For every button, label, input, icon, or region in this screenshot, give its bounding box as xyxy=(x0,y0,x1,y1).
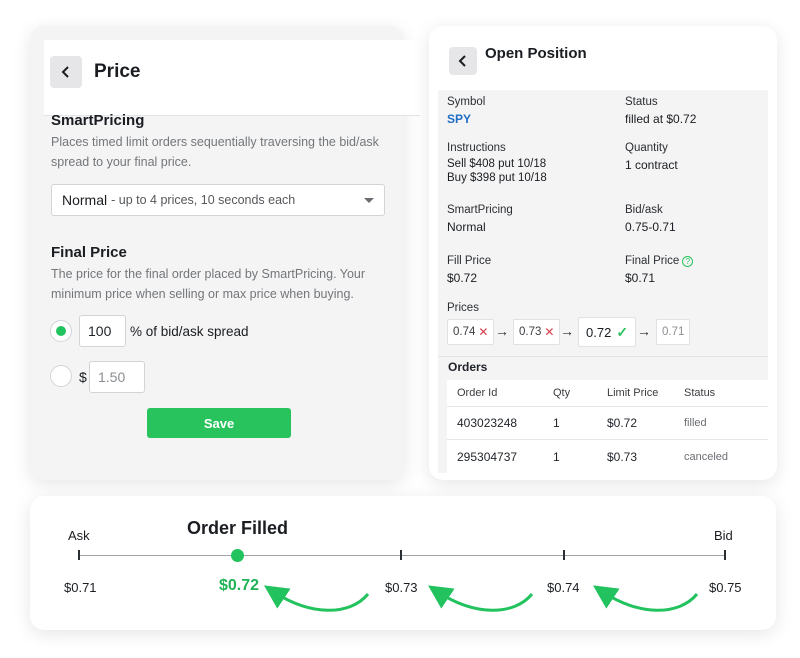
arrow-right-icon: → xyxy=(495,323,509,339)
final-price-value: $0.71 xyxy=(625,271,656,285)
orders-title: Orders xyxy=(448,360,488,374)
dollar-sign: $ xyxy=(79,369,87,385)
chevron-left-icon xyxy=(458,55,466,67)
order-qty: 1 xyxy=(553,449,560,464)
spread-radio[interactable] xyxy=(50,320,72,342)
order-status: canceled xyxy=(684,450,729,463)
final-price-description: The price for the final order placed by … xyxy=(51,267,366,301)
order-limit-price: $0.73 xyxy=(607,449,638,464)
divider xyxy=(438,356,768,357)
x-icon: ✕ xyxy=(478,325,489,339)
status-value: filled at $0.72 xyxy=(625,112,697,126)
smartpricing-select[interactable]: Normal - up to 4 prices, 10 seconds each xyxy=(51,184,385,216)
select-value: Normal xyxy=(62,192,108,208)
order-status: filled xyxy=(684,417,707,429)
curved-arrow-icon xyxy=(428,585,534,612)
final-price-heading: Final Price xyxy=(51,244,127,261)
bidask-label: Bid/ask xyxy=(625,204,663,216)
spread-suffix: % of bid/ask spread xyxy=(130,324,249,339)
symbol-link[interactable]: SPY xyxy=(447,112,471,127)
column-header: Order Id xyxy=(457,387,498,399)
price-chip: 0.73 ✕ xyxy=(513,319,561,345)
smartpricing-description: Places timed limit orders sequentially t… xyxy=(51,135,379,169)
price-chip-value: 0.73 xyxy=(519,326,542,338)
price-chip: 0.74 ✕ xyxy=(447,319,495,345)
check-icon: ✓ xyxy=(616,323,629,340)
fill-price-value: $0.72 xyxy=(447,271,478,285)
instructions-line-2: Buy $398 put 10/18 xyxy=(447,172,547,184)
column-header: Qty xyxy=(553,387,571,399)
x-icon: ✕ xyxy=(544,325,555,339)
arrow-right-icon: → xyxy=(637,323,651,339)
bidask-value: 0.75-0.71 xyxy=(625,220,676,234)
fill-timeline: Ask Bid Order Filled $0.71 $0.72 $0.73 $… xyxy=(30,496,776,630)
smartpricing-label: SmartPricing xyxy=(447,204,513,216)
quantity-value: 1 contract xyxy=(625,158,678,172)
position-details: Symbol SPY Status filled at $0.72 Instru… xyxy=(438,90,768,473)
symbol-label: Symbol xyxy=(447,96,486,108)
smartpricing-heading: SmartPricing xyxy=(51,112,145,129)
column-header: Limit Price xyxy=(607,387,659,399)
dollar-input[interactable]: 1.50 xyxy=(89,361,145,393)
smartpricing-value: Normal xyxy=(447,220,486,234)
price-chip-pending: 0.71 xyxy=(656,319,691,345)
back-button[interactable] xyxy=(449,47,477,75)
price-chip-value: 0.72 xyxy=(586,324,612,340)
chevron-down-icon xyxy=(364,198,374,203)
price-chip-value: 0.74 xyxy=(453,326,476,338)
curved-arrow-icon xyxy=(264,585,370,612)
dollar-radio[interactable] xyxy=(50,365,72,387)
curved-arrow-icon xyxy=(593,585,699,612)
order-id: 295304737 xyxy=(457,449,518,464)
final-price-label: Final Price? xyxy=(625,255,694,267)
column-header: Status xyxy=(684,387,716,399)
open-position-panel: Open Position Symbol SPY Status filled a… xyxy=(429,26,777,480)
status-label: Status xyxy=(625,96,658,108)
orders-table: Order Id Qty Limit Price Status 40302324… xyxy=(447,380,768,473)
save-button[interactable]: Save xyxy=(147,408,291,438)
fill-price-label: Fill Price xyxy=(447,255,492,267)
order-limit-price: $0.72 xyxy=(607,416,638,430)
table-row[interactable]: 403023248 1 $0.72 filled xyxy=(447,407,768,440)
prices-label: Prices xyxy=(447,302,479,314)
price-chip-value: 0.71 xyxy=(662,326,685,338)
table-header: Order Id Qty Limit Price Status xyxy=(447,380,768,407)
instructions-label: Instructions xyxy=(447,142,506,154)
curved-arrows xyxy=(264,585,699,612)
table-row[interactable]: 295304737 1 $0.73 canceled xyxy=(447,440,768,473)
select-detail: - up to 4 prices, 10 seconds each xyxy=(111,193,296,207)
instructions-line-1: Sell $408 put 10/18 xyxy=(447,158,547,170)
final-price-label-text: Final Price xyxy=(625,255,680,267)
order-id: 403023248 xyxy=(457,416,518,430)
arrow-right-icon: → xyxy=(560,323,574,339)
quantity-label: Quantity xyxy=(625,142,668,154)
price-panel: Price SmartPricing Places timed limit or… xyxy=(30,26,420,480)
position-title: Open Position xyxy=(485,45,587,62)
page-title: Price xyxy=(94,61,141,82)
help-icon[interactable]: ? xyxy=(682,256,694,267)
spread-input[interactable]: 100 xyxy=(79,315,126,347)
order-qty: 1 xyxy=(553,416,560,430)
chevron-left-icon xyxy=(61,66,69,78)
price-chip-filled: 0.72 ✓ xyxy=(578,317,637,347)
back-button[interactable] xyxy=(50,56,82,88)
price-header: Price xyxy=(44,40,420,116)
